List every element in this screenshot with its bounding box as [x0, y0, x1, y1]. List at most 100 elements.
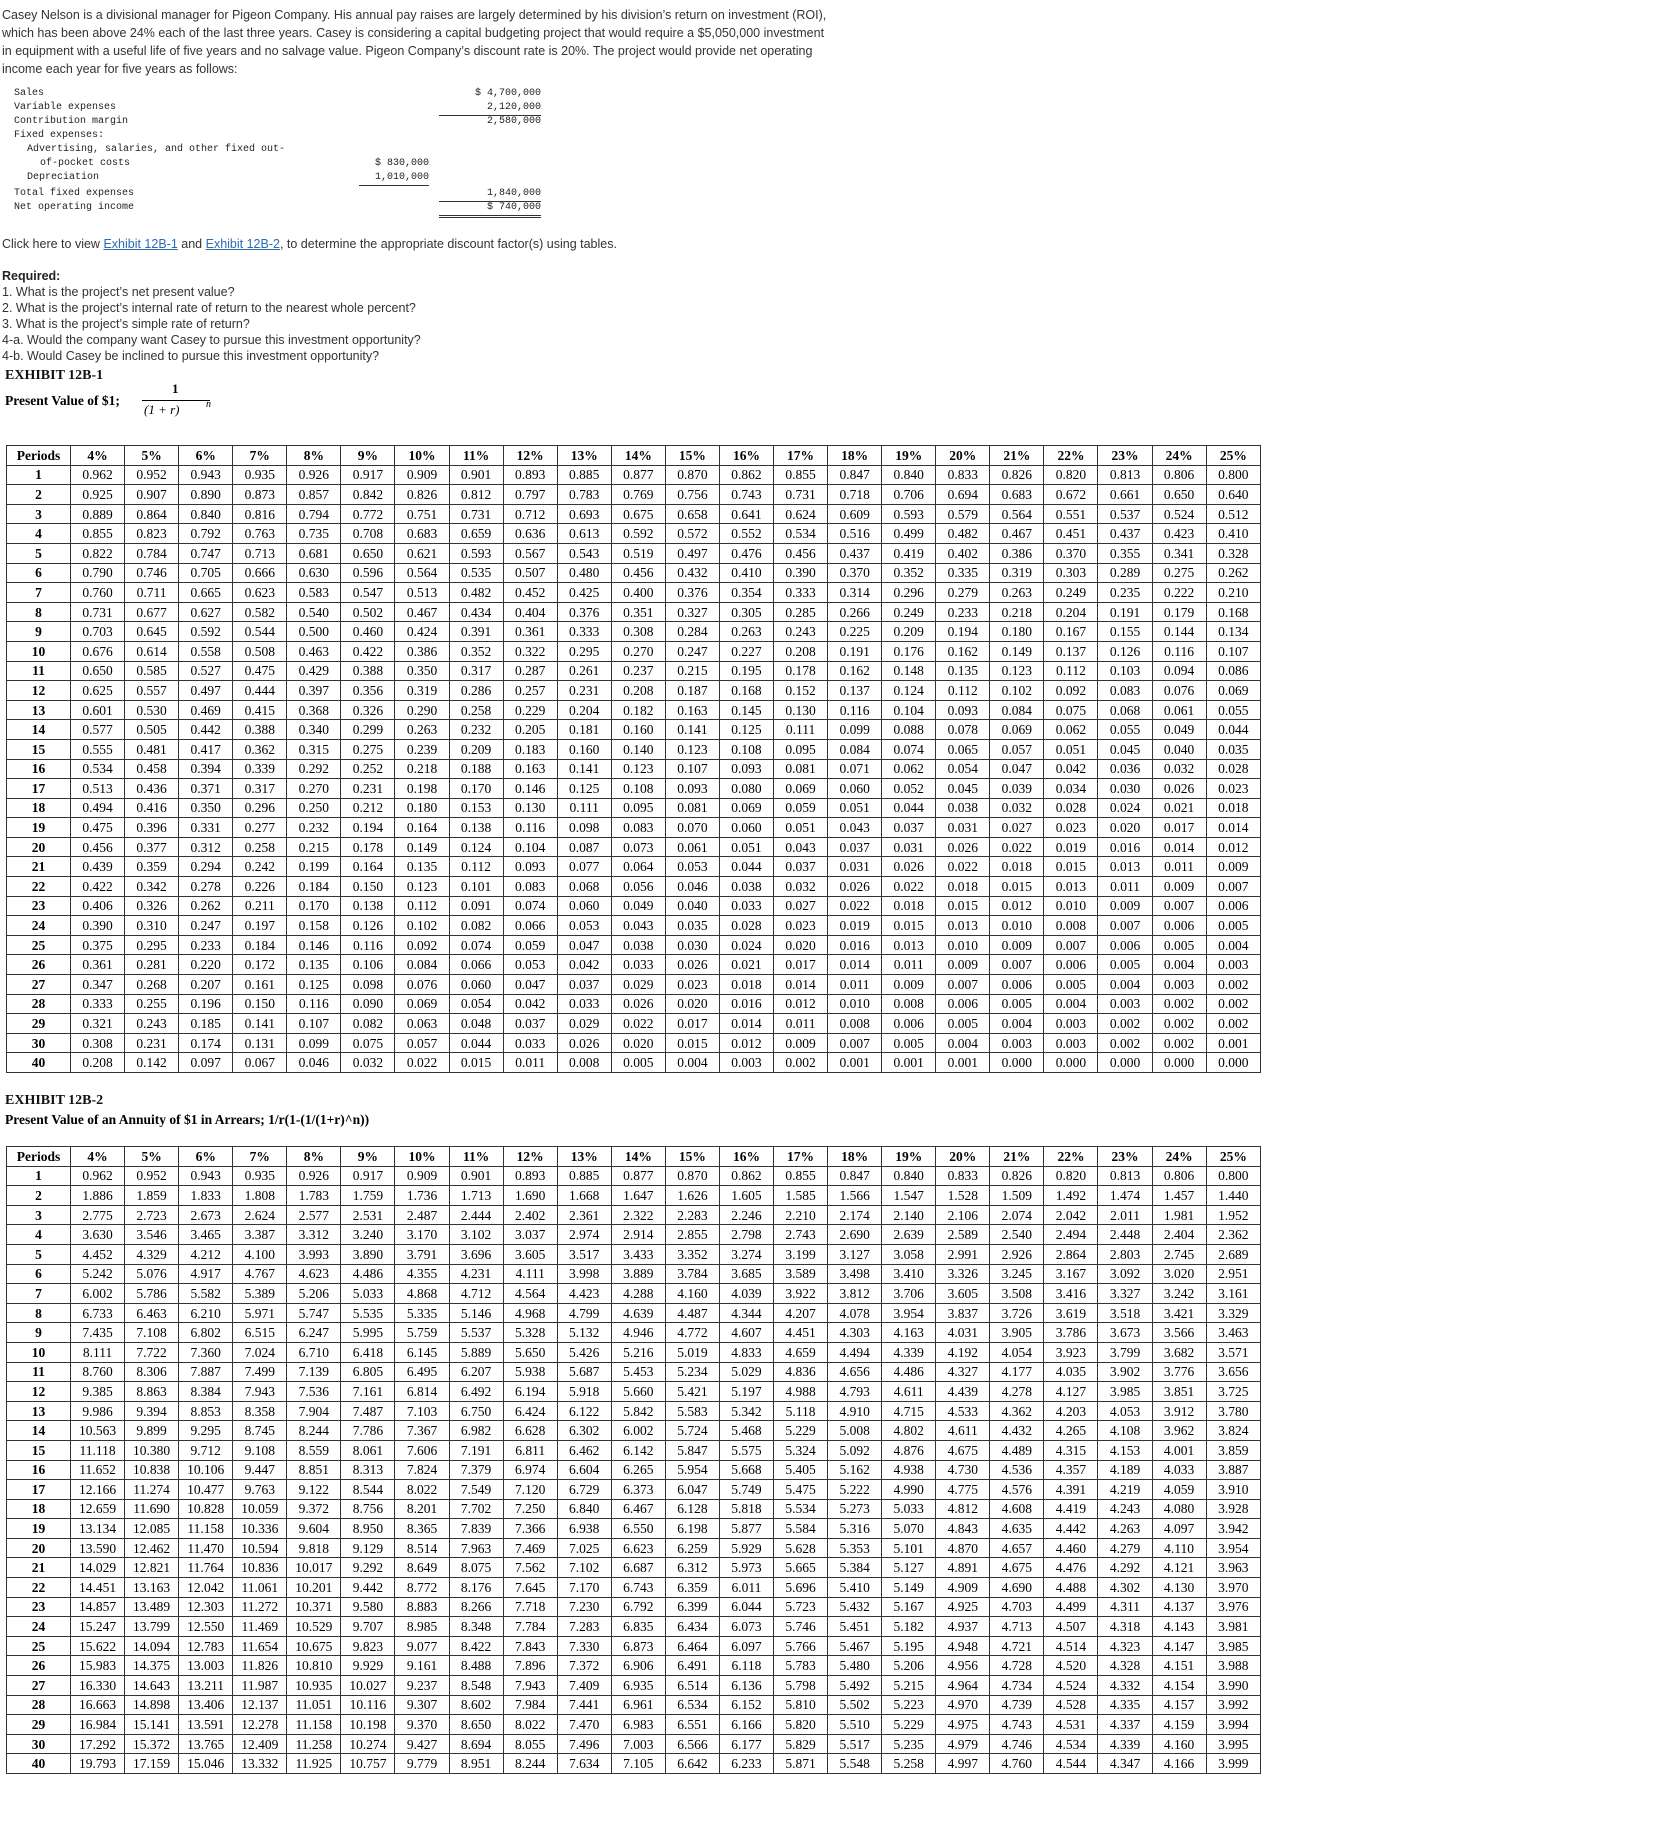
factor-cell: 0.482: [448, 582, 504, 603]
factor-cell: 5.162: [827, 1459, 883, 1481]
factor-cell: 4.988: [773, 1381, 829, 1402]
factor-cell: 0.333: [69, 993, 126, 1015]
factor-cell: 7.003: [610, 1733, 666, 1755]
factor-cell: 6.805: [340, 1361, 396, 1383]
factor-cell: 0.909: [394, 1165, 450, 1187]
factor-cell: 6.233: [718, 1753, 775, 1774]
factor-cell: 5.118: [773, 1400, 829, 1422]
factor-cell: 11.061: [232, 1577, 288, 1598]
period-cell: 20: [6, 1537, 71, 1559]
factor-cell: 4.177: [989, 1361, 1045, 1383]
factor-cell: 2.531: [340, 1204, 396, 1226]
factor-cell: 0.033: [502, 1032, 558, 1054]
table-row: 13 9.986 9.394 8.853 8.358 7.904 7.487 7.103 6.7…: [6, 1400, 1262, 1422]
factor-cell: 8.055: [502, 1733, 558, 1755]
factor-cell: 5.258: [881, 1753, 937, 1774]
factor-cell: 0.261: [556, 660, 612, 682]
factor-cell: 7.896: [502, 1655, 558, 1677]
factor-cell: 5.426: [556, 1341, 612, 1363]
factor-cell: 0.368: [286, 699, 342, 721]
factor-cell: 4.514: [1043, 1635, 1099, 1657]
factor-cell: 0.027: [989, 817, 1045, 838]
factor-cell: 2.743: [773, 1224, 829, 1245]
factor-cell: 8.745: [232, 1420, 288, 1441]
rate-header: 13%: [556, 445, 612, 466]
factor-cell: 5.222: [827, 1479, 883, 1500]
factor-cell: 0.926: [286, 1165, 342, 1187]
factor-cell: 5.723: [773, 1596, 829, 1618]
table-row: 23 0.406 0.326 0.262 0.211 0.170 0.138 0.112 0.0…: [6, 895, 1262, 917]
factor-cell: 0.006: [1097, 934, 1153, 956]
factor-cell: 0.530: [124, 699, 180, 721]
factor-cell: 0.026: [827, 876, 883, 897]
factor-cell: 0.218: [394, 758, 450, 780]
factor-cell: 0.082: [448, 915, 504, 936]
factor-cell: 0.601: [69, 699, 126, 721]
factor-cell: 0.010: [989, 915, 1045, 936]
factor-cell: 6.814: [394, 1381, 450, 1402]
factor-cell: 0.391: [448, 621, 504, 642]
factor-cell: 0.022: [827, 895, 883, 917]
factor-cell: 4.712: [448, 1283, 504, 1304]
factor-cell: 4.868: [394, 1283, 450, 1304]
factor-cell: 0.035: [1205, 738, 1262, 760]
factor-cell: 12.278: [232, 1714, 288, 1735]
factor-cell: 3.589: [773, 1263, 829, 1285]
factor-cell: 6.550: [610, 1518, 666, 1539]
factor-cell: 7.718: [502, 1596, 558, 1618]
factor-cell: 0.376: [556, 601, 612, 623]
factor-cell: 4.607: [718, 1322, 775, 1343]
factor-cell: 0.053: [556, 915, 612, 936]
factor-cell: 0.091: [448, 895, 504, 917]
factor-cell: 0.386: [989, 542, 1045, 564]
exhibit-12b-2-link[interactable]: Exhibit 12B-2: [206, 237, 280, 251]
factor-cell: 0.909: [394, 464, 450, 486]
factor-cell: 0.585: [124, 660, 180, 682]
table-row: 28 0.333 0.255 0.196 0.150 0.116 0.090 0.069 0.0…: [6, 993, 1262, 1015]
factor-cell: 4.212: [178, 1243, 234, 1265]
factor-cell: 0.111: [773, 719, 829, 740]
factor-cell: 5.316: [827, 1518, 883, 1539]
period-cell: 10: [6, 1341, 71, 1363]
factor-cell: 0.390: [773, 562, 829, 584]
factor-cell: 0.855: [773, 464, 829, 486]
factor-cell: 12.783: [178, 1635, 234, 1657]
factor-cell: 0.099: [827, 719, 883, 740]
factor-cell: 0.054: [935, 758, 991, 780]
factor-cell: 4.970: [935, 1694, 991, 1716]
factor-cell: 11.158: [286, 1714, 342, 1735]
factor-cell: 0.015: [448, 1052, 504, 1073]
factor-cell: 3.326: [935, 1263, 991, 1285]
factor-cell: 0.870: [664, 464, 720, 486]
factor-cell: 0.069: [1205, 680, 1262, 701]
income-row-amount: $ 740,000: [439, 201, 541, 218]
factor-cell: 1.547: [881, 1185, 937, 1206]
factor-cell: 0.005: [1205, 915, 1262, 936]
factor-cell: 6.792: [610, 1596, 666, 1618]
required-item-1: 1. What is the project’s net present val…: [2, 285, 235, 299]
factor-cell: 0.067: [232, 1052, 288, 1073]
factor-cell: 0.164: [394, 817, 450, 838]
factor-cell: 0.081: [773, 758, 829, 780]
factor-cell: 0.150: [340, 876, 396, 897]
factor-cell: 1.886: [69, 1185, 126, 1206]
exhibit-12b-1-link[interactable]: Exhibit 12B-1: [103, 237, 177, 251]
factor-cell: 7.984: [502, 1694, 558, 1716]
factor-cell: 0.540: [286, 601, 342, 623]
factor-cell: 15.372: [124, 1733, 180, 1755]
table-row: 22 14.451 13.163 12.042 11.061 10.201 9.442 8.7…: [6, 1577, 1262, 1598]
factor-cell: 9.161: [394, 1655, 450, 1677]
factor-cell: 3.998: [556, 1263, 612, 1285]
factor-cell: 0.355: [1097, 542, 1153, 564]
factor-cell: 0.045: [1097, 738, 1153, 760]
factor-cell: 3.922: [773, 1283, 829, 1304]
factor-cell: 7.360: [178, 1341, 234, 1363]
factor-cell: 0.557: [124, 680, 180, 701]
factor-cell: 0.099: [286, 1032, 342, 1054]
factor-cell: 0.650: [340, 542, 396, 564]
factor-cell: 0.112: [935, 680, 991, 701]
factor-cell: 0.350: [394, 660, 450, 682]
rate-header: 12%: [502, 445, 558, 466]
factor-cell: 2.106: [935, 1204, 991, 1226]
table-row: 8 0.731 0.677 0.627 0.582 0.540 0.502 0.467 0.43…: [6, 601, 1262, 623]
